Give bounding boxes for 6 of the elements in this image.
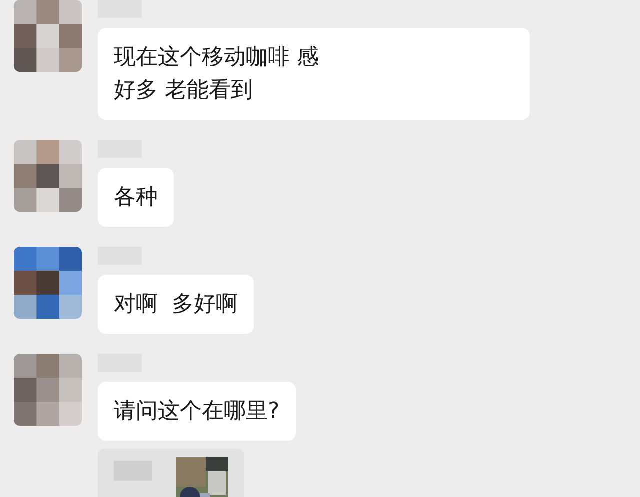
message-text: 好多 老能看到 (114, 77, 254, 105)
message-text: 对啊 多好啊 (114, 291, 238, 319)
message-text: 现在这个移动咖啡 感 (114, 44, 320, 72)
shared-card[interactable] (98, 449, 244, 497)
message-text: 各种 (114, 184, 158, 212)
message-text: 请问这个在哪里? (114, 398, 280, 426)
